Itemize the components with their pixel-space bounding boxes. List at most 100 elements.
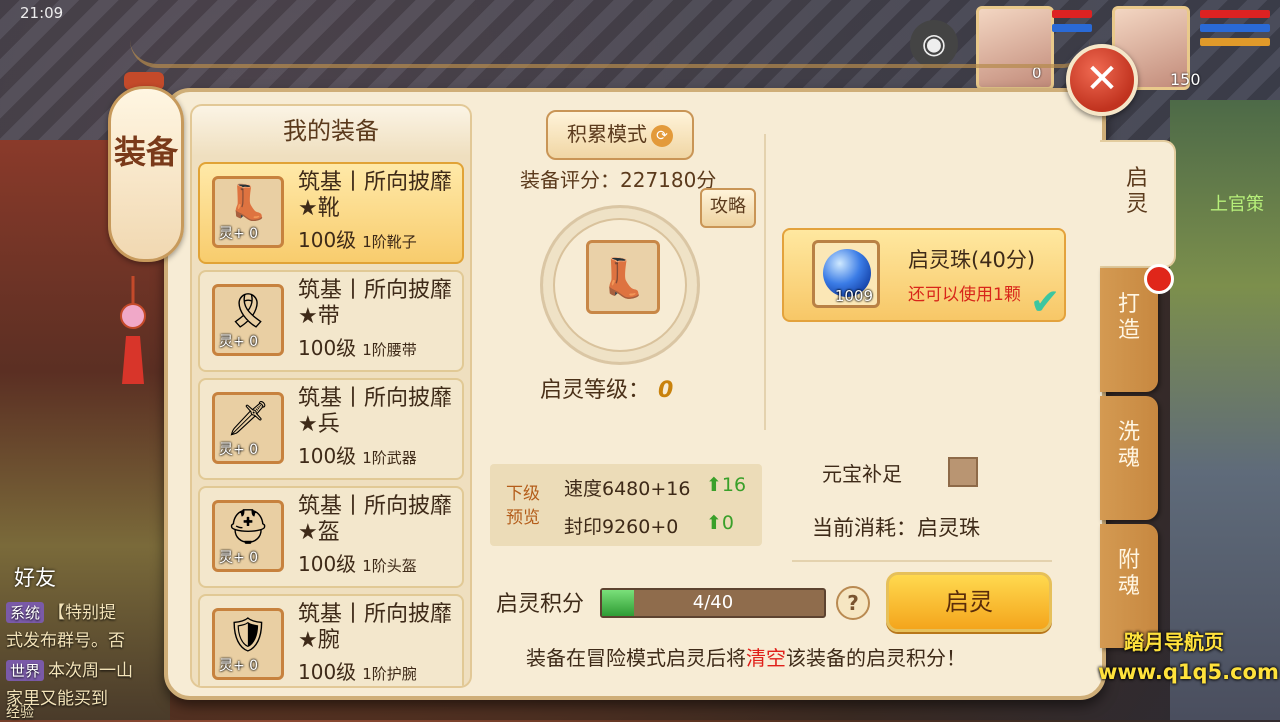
player-level: 150 bbox=[1170, 70, 1201, 89]
help-icon[interactable]: ? bbox=[836, 586, 870, 620]
level-value: 100级 bbox=[298, 660, 357, 684]
warning-note: 装备在冒险模式启灵后将清空该装备的启灵积分！ bbox=[526, 646, 966, 670]
player-sp-bar bbox=[1200, 38, 1270, 46]
stat-speed-up: ⬆16 bbox=[706, 474, 747, 496]
tab-qiling[interactable]: 启灵 bbox=[1100, 140, 1176, 268]
mode-toggle-button[interactable]: 积累模式 ⟳ bbox=[546, 110, 694, 160]
refine-badge: 灵+ 0 bbox=[219, 334, 259, 350]
item-title: 筑基丨所向披靡★带 bbox=[298, 278, 453, 329]
preview-label: 下级预览 bbox=[506, 484, 540, 528]
stat-seal: 封印9260+0 bbox=[564, 516, 679, 538]
window-title-lantern: 装备 bbox=[108, 86, 184, 262]
close-button[interactable]: ✕ bbox=[1066, 44, 1138, 116]
refine-badge: 灵+ 0 bbox=[219, 550, 259, 566]
npc-name: 上官策 bbox=[1210, 194, 1264, 215]
qiling-pearl-card[interactable]: 1009 启灵珠(40分) 还可以使用1颗 ✔ bbox=[782, 228, 1066, 323]
item-level: 100级 1阶武器 bbox=[298, 440, 417, 469]
selected-boots-icon: 👢 bbox=[586, 240, 660, 314]
tab-wash-soul[interactable]: 洗魂 bbox=[1100, 396, 1158, 520]
equipment-score: 装备评分：227180分 bbox=[520, 168, 717, 192]
window-title: 装备 bbox=[113, 133, 178, 171]
qiling-level-label: 启灵等级： bbox=[540, 378, 651, 403]
frame-ornament bbox=[130, 40, 1090, 68]
pearl-remaining: 还可以使用1颗 bbox=[908, 285, 1021, 305]
helmet-icon: ⛑ 灵+ 0 bbox=[212, 500, 284, 572]
qiling-level: 启灵等级： 0 bbox=[540, 372, 673, 404]
level-value: 100级 bbox=[298, 228, 357, 252]
chat-line: 系统 【特别提 bbox=[6, 598, 116, 623]
equipment-item[interactable]: 🎗 灵+ 0 筑基丨所向披靡★带 100级 1阶腰带 bbox=[198, 270, 464, 372]
item-title: 筑基丨所向披靡★兵 bbox=[298, 386, 453, 437]
chat-text: 本次周一山 bbox=[48, 661, 134, 681]
pet-mp-bar bbox=[1052, 24, 1092, 32]
equipment-list-header: 我的装备 bbox=[192, 106, 470, 156]
tassel-decoration bbox=[120, 276, 146, 384]
item-level: 100级 1阶护腕 bbox=[298, 656, 417, 685]
refine-badge: 灵+ 0 bbox=[219, 442, 259, 458]
equipment-item[interactable]: 🗡 灵+ 0 筑基丨所向披靡★兵 100级 1阶武器 bbox=[198, 378, 464, 480]
status-time: 21:09 bbox=[20, 4, 64, 22]
item-title: 筑基丨所向披靡★靴 bbox=[298, 170, 453, 221]
equipment-item[interactable]: 🛡 灵+ 0 筑基丨所向披靡★腕 100级 1阶护腕 bbox=[198, 594, 464, 686]
item-title: 筑基丨所向披靡★腕 bbox=[298, 602, 453, 653]
watermark-url: www.q1q5.com bbox=[1098, 660, 1279, 684]
item-tier: 1阶腰带 bbox=[362, 341, 417, 359]
note-highlight: 清空 bbox=[746, 646, 786, 670]
pet-hp-bar bbox=[1052, 10, 1092, 18]
bracer-icon: 🛡 灵+ 0 bbox=[212, 608, 284, 680]
item-tier: 1阶头盔 bbox=[362, 557, 417, 575]
chat-line: 世界 本次周一山 bbox=[6, 656, 133, 681]
belt-icon: 🎗 灵+ 0 bbox=[212, 284, 284, 356]
cost-value: 启灵珠 bbox=[917, 516, 980, 540]
next-level-preview: 下级预览 速度6480+16 ⬆16 封印9260+0 ⬆0 bbox=[490, 464, 762, 546]
progress-text: 4/40 bbox=[692, 592, 734, 613]
divider bbox=[792, 560, 1052, 562]
equipment-item[interactable]: 👢 灵+ 0 筑基丨所向披靡★靴 100级 1阶靴子 bbox=[198, 162, 464, 264]
arrow-up-icon: ⬆ bbox=[706, 474, 722, 496]
arrow-up-icon: ⬆ bbox=[706, 512, 722, 534]
item-tier: 1阶武器 bbox=[362, 449, 417, 467]
item-level: 100级 1阶头盔 bbox=[298, 548, 417, 577]
level-value: 100级 bbox=[298, 552, 357, 576]
chat-text: 式发布群号。否 bbox=[6, 631, 125, 651]
player-hp-bar bbox=[1200, 10, 1270, 18]
guide-button[interactable]: 攻略 bbox=[700, 188, 756, 228]
watermark-title: 踏月导航页 bbox=[1124, 630, 1224, 654]
equipment-item[interactable]: ⛑ 灵+ 0 筑基丨所向披靡★盔 100级 1阶头盔 bbox=[198, 486, 464, 588]
pearl-icon: 1009 bbox=[812, 240, 880, 308]
friend-button[interactable]: 好友 bbox=[14, 562, 56, 592]
chat-tag: 系统 bbox=[6, 602, 45, 623]
ingot-fill-label: 元宝补足 bbox=[822, 462, 902, 486]
checkmark-icon: ✔ bbox=[1030, 282, 1061, 323]
item-tier: 1阶护腕 bbox=[362, 665, 417, 683]
stat-speed: 速度6480+16 bbox=[564, 478, 691, 500]
points-progress-bar: 4/40 bbox=[600, 588, 826, 618]
item-tier: 1阶靴子 bbox=[362, 233, 417, 251]
notification-badge bbox=[1144, 264, 1174, 294]
pearl-name: 启灵珠(40分) bbox=[908, 248, 1036, 272]
stat-seal-up: ⬆0 bbox=[706, 512, 735, 534]
current-cost: 当前消耗：启灵珠 bbox=[812, 512, 980, 542]
exp-label: 经验 bbox=[6, 705, 34, 721]
ingot-fill-checkbox[interactable] bbox=[948, 457, 978, 487]
level-value: 100级 bbox=[298, 444, 357, 468]
level-value: 100级 bbox=[298, 336, 357, 360]
equipment-list-panel: 我的装备 👢 灵+ 0 筑基丨所向披靡★靴 100级 1阶靴子 🎗 灵+ 0 筑基丨所… bbox=[190, 104, 472, 688]
item-level: 100级 1阶靴子 bbox=[298, 224, 417, 253]
refine-badge: 灵+ 0 bbox=[219, 226, 259, 242]
swap-icon: ⟳ bbox=[651, 124, 673, 147]
pearl-count: 1009 bbox=[834, 287, 873, 305]
weapon-icon: 🗡 灵+ 0 bbox=[212, 392, 284, 464]
chat-text: 【特别提 bbox=[48, 603, 117, 623]
chat-tag: 世界 bbox=[6, 660, 45, 681]
chat-line: 式发布群号。否 bbox=[6, 626, 125, 651]
refine-badge: 灵+ 0 bbox=[219, 658, 259, 674]
item-level: 100级 1阶腰带 bbox=[298, 332, 417, 361]
player-mp-bar bbox=[1200, 24, 1270, 32]
points-label: 启灵积分 bbox=[496, 592, 585, 617]
item-title: 筑基丨所向披靡★盔 bbox=[298, 494, 453, 545]
divider bbox=[764, 134, 766, 430]
qiling-button[interactable]: 启灵 bbox=[886, 572, 1052, 632]
qiling-level-value: 0 bbox=[658, 378, 674, 403]
boots-icon: 👢 灵+ 0 bbox=[212, 176, 284, 248]
